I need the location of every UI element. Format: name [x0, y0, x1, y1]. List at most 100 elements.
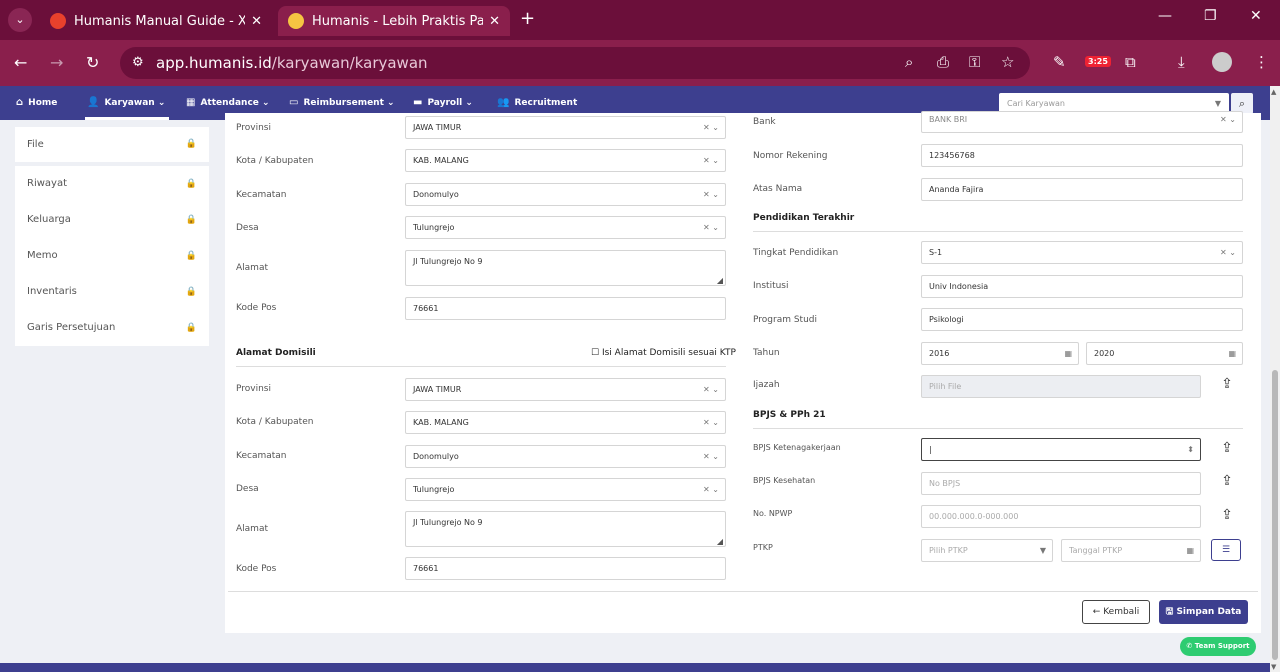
tahun-selesai-input[interactable]: 2020 ▦: [1086, 342, 1243, 365]
browser-tab-1[interactable]: Humanis Manual Guide - Xmind ✕: [40, 6, 272, 36]
ktp-kota-label: Kota / Kabupaten: [236, 156, 314, 166]
scroll-up-icon[interactable]: ▲: [1271, 88, 1276, 96]
lock-icon: 🔒: [185, 139, 197, 149]
calendar-icon[interactable]: ▦: [1064, 343, 1072, 364]
reload-icon[interactable]: ↻: [86, 53, 99, 72]
domisili-desa-select[interactable]: Tulungrejo ✕ ⌄: [405, 478, 726, 501]
program-label: Program Studi: [753, 315, 817, 325]
bookmark-star-icon[interactable]: ☆: [1001, 53, 1014, 71]
bank-select[interactable]: BANK BRI ✕ ⌄: [921, 111, 1243, 133]
back-button[interactable]: ← Kembali: [1082, 600, 1150, 624]
clear-chevron-icon: ✕ ⌄: [703, 485, 719, 494]
save-button[interactable]: 🖫 Simpan Data: [1159, 600, 1248, 624]
calendar-icon[interactable]: ▦: [1186, 540, 1194, 561]
search-icon: ⌕: [1238, 97, 1246, 110]
domisili-same-as-ktp-checkbox[interactable]: ☐ Isi Alamat Domisili sesuai KTP: [591, 348, 736, 358]
domisili-kota-select[interactable]: KAB. MALANG ✕ ⌄: [405, 411, 726, 434]
ijazah-file-input[interactable]: Pilih File: [921, 375, 1201, 398]
home-icon: ⌂: [16, 97, 24, 108]
minimize-icon[interactable]: —: [1158, 8, 1172, 24]
text-cursor: |: [929, 445, 932, 454]
new-tab-icon[interactable]: +: [520, 8, 535, 29]
profile-avatar[interactable]: [1212, 52, 1232, 72]
domisili-kecamatan-select[interactable]: Donomulyo ✕ ⌄: [405, 445, 726, 468]
browser-menu-icon[interactable]: ⋮: [1254, 53, 1269, 71]
scroll-down-icon[interactable]: ▼: [1271, 663, 1276, 671]
atas-nama-input[interactable]: Ananda Fajira: [921, 178, 1243, 201]
domisili-alamat-textarea[interactable]: Jl Tulungrejo No 9 ◢: [405, 511, 726, 547]
ktp-desa-select[interactable]: Tulungrejo ✕ ⌄: [405, 216, 726, 239]
ktp-kota-select[interactable]: KAB. MALANG ✕ ⌄: [405, 149, 726, 172]
institusi-input[interactable]: Univ Indonesia: [921, 275, 1243, 298]
browser-tab-2[interactable]: Humanis - Lebih Praktis Pakai H ✕: [278, 6, 510, 36]
upload-icon[interactable]: ⇪: [1219, 507, 1235, 523]
ptkp-list-button[interactable]: ☰: [1211, 539, 1241, 561]
site-info-icon[interactable]: ⚙: [132, 47, 144, 79]
arrow-left-icon: ←: [1092, 607, 1101, 617]
forward-icon[interactable]: →: [50, 53, 63, 72]
rekening-label: Nomor Rekening: [753, 151, 828, 161]
nav-karyawan[interactable]: 👤 Karyawan ⌄: [84, 86, 170, 120]
sidebar-menu: Riwayat 🔒 Keluarga 🔒 Memo 🔒 Inventaris 🔒 Gar…: [15, 166, 209, 346]
tingkat-label: Tingkat Pendidikan: [753, 248, 839, 258]
extensions-icon[interactable]: ⧉: [1125, 53, 1136, 71]
key-icon[interactable]: ⚿: [969, 53, 980, 71]
stepper-icon[interactable]: ⬍: [1187, 439, 1194, 460]
sidebar-file-card: File 🔒: [15, 127, 209, 162]
close-tab-icon[interactable]: ✕: [489, 14, 500, 29]
sidebar-item-garis-persetujuan[interactable]: Garis Persetujuan 🔒: [15, 310, 209, 346]
domisili-provinsi-select[interactable]: JAWA TIMUR ✕ ⌄: [405, 378, 726, 401]
extension-feather-icon[interactable]: ✎: [1053, 53, 1066, 71]
tanggal-ptkp-input[interactable]: Tanggal PTKP ▦: [1061, 539, 1201, 562]
close-tab-icon[interactable]: ✕: [251, 14, 262, 29]
install-app-icon[interactable]: ⎙: [937, 53, 949, 71]
tingkat-pendidikan-select[interactable]: S-1 ✕ ⌄: [921, 241, 1243, 264]
ktp-kecamatan-select[interactable]: Donomulyo ✕ ⌄: [405, 183, 726, 206]
url-host: app.humanis.id: [156, 54, 272, 72]
bpjs-ketenagakerjaan-input[interactable]: | ⬍: [921, 438, 1201, 461]
ktp-kodepos-input[interactable]: 76661: [405, 297, 726, 320]
tahun-mulai-input[interactable]: 2016 ▦: [921, 342, 1079, 365]
xmind-favicon-icon: [50, 13, 66, 29]
clear-chevron-icon: ✕ ⌄: [1220, 115, 1236, 124]
calendar-icon[interactable]: ▦: [1228, 343, 1236, 364]
team-support-button[interactable]: ✆ Team Support: [1180, 637, 1256, 656]
clear-chevron-icon: ✕ ⌄: [703, 418, 719, 427]
tab-search-button[interactable]: ⌄: [8, 8, 32, 32]
whatsapp-icon: ✆: [1186, 642, 1193, 650]
resize-grip-icon[interactable]: ◢: [717, 537, 723, 546]
timer-extension-badge[interactable]: 3:25: [1085, 56, 1111, 67]
domisili-kodepos-input[interactable]: 76661: [405, 557, 726, 580]
program-studi-input[interactable]: Psikologi: [921, 308, 1243, 331]
scrollbar-thumb[interactable]: [1272, 370, 1278, 660]
divider: [753, 231, 1243, 232]
clear-chevron-icon: ✕ ⌄: [1220, 248, 1236, 257]
sidebar-item-keluarga[interactable]: Keluarga 🔒: [15, 202, 209, 238]
sidebar-item-inventaris[interactable]: Inventaris 🔒: [15, 274, 209, 310]
clear-chevron-icon: ✕ ⌄: [703, 123, 719, 132]
upload-icon[interactable]: ⇪: [1219, 440, 1235, 456]
maximize-icon[interactable]: ❐: [1204, 8, 1217, 24]
ptkp-select[interactable]: Pilih PTKP ▼: [921, 539, 1053, 562]
back-icon[interactable]: ←: [14, 53, 27, 72]
ktp-alamat-textarea[interactable]: Jl Tulungrejo No 9 ◢: [405, 250, 726, 286]
npwp-input[interactable]: 00.000.000.0-000.000: [921, 505, 1201, 528]
address-bar[interactable]: ⚙ app.humanis.id/karyawan/karyawan: [120, 47, 1030, 79]
sidebar-item-riwayat[interactable]: Riwayat 🔒: [15, 166, 209, 202]
ktp-provinsi-select[interactable]: JAWA TIMUR ✕ ⌄: [405, 116, 726, 139]
upload-icon[interactable]: ⇪: [1219, 376, 1235, 392]
sidebar-item-memo[interactable]: Memo 🔒: [15, 238, 209, 274]
bpjs-kesehatan-input[interactable]: No BPJS: [921, 472, 1201, 495]
footer-band: [0, 663, 1270, 672]
upload-icon[interactable]: ⇪: [1219, 473, 1235, 489]
zoom-icon[interactable]: ⌕: [905, 53, 913, 71]
browser-toolbar: ← → ↻ ⚙ app.humanis.id/karyawan/karyawan…: [0, 40, 1280, 86]
download-icon[interactable]: ⤓: [1178, 53, 1185, 71]
ktp-kecamatan-label: Kecamatan: [236, 190, 287, 200]
close-window-icon[interactable]: ✕: [1250, 8, 1262, 24]
resize-grip-icon[interactable]: ◢: [717, 276, 723, 285]
rekening-input[interactable]: 123456768: [921, 144, 1243, 167]
domisili-kota-label: Kota / Kabupaten: [236, 417, 314, 427]
sidebar-item-file[interactable]: File 🔒: [15, 127, 209, 162]
nav-home[interactable]: ⌂ Home: [16, 86, 57, 120]
